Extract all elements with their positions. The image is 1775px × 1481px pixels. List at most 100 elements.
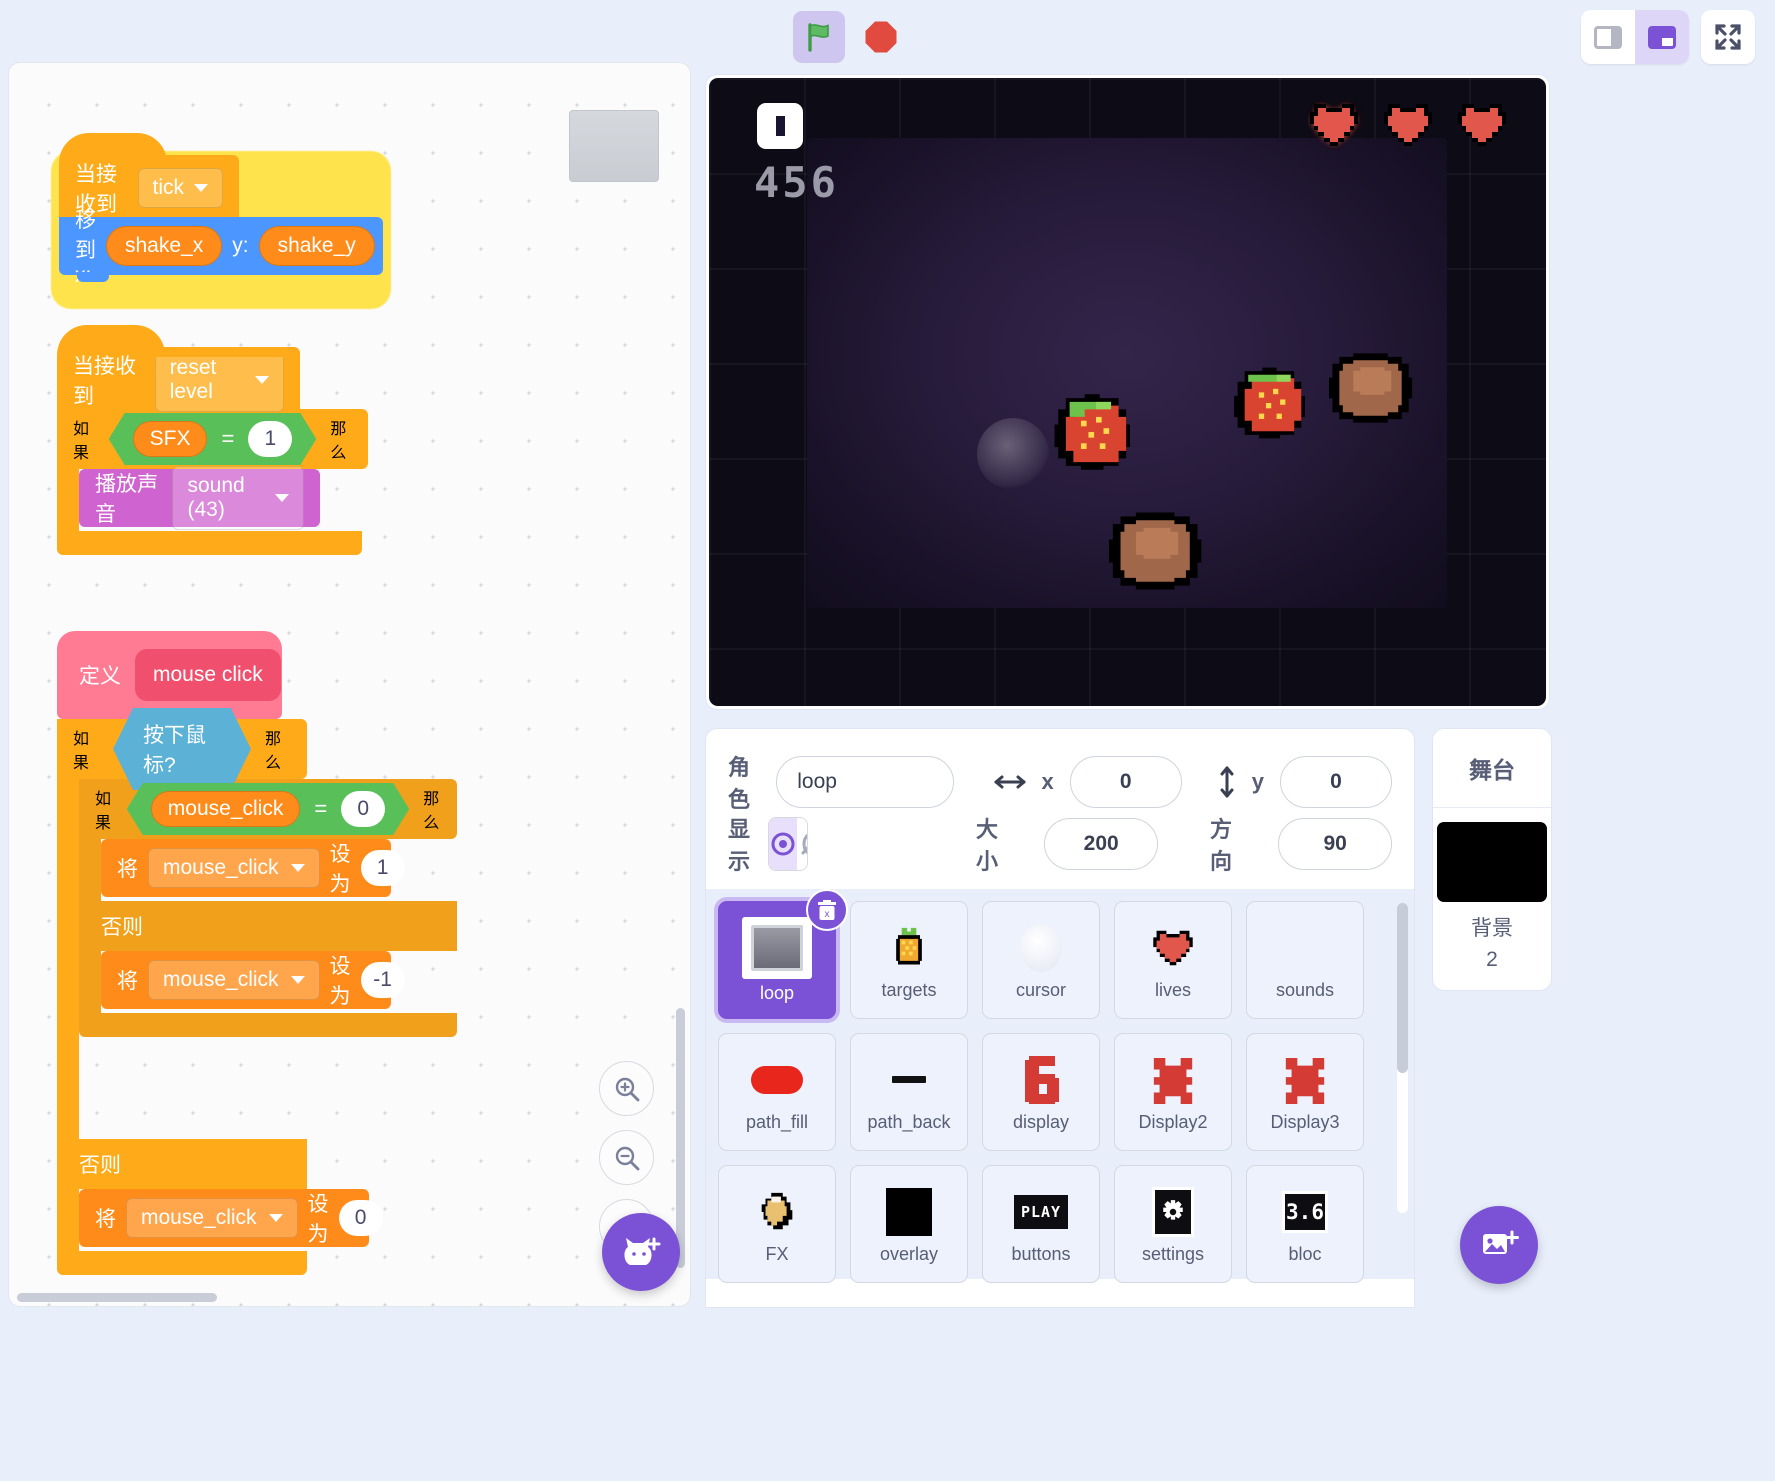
script-tick[interactable]: 当接收到 tick 移到 x: shake_x y: shake_y — [51, 133, 391, 309]
size-input[interactable]: 200 — [1044, 818, 1158, 870]
strawberry-sprite — [1054, 394, 1130, 470]
set-variable-name-1: mouse_click — [163, 856, 279, 879]
sprite-card-fx[interactable]: FX — [718, 1165, 836, 1283]
inner-then-label: 那么 — [423, 791, 440, 832]
mouse-click-variable[interactable]: mouse_click — [151, 791, 301, 827]
sprite-card-label: buttons — [1011, 1243, 1071, 1264]
sprite-card-display3[interactable]: Display3 — [1246, 1033, 1364, 1151]
operator-equals-mouseclick[interactable]: mouse_click = 0 — [127, 783, 409, 835]
sprite-card-targets[interactable]: targets — [850, 901, 968, 1019]
operator-equals-sfx[interactable]: SFX = 1 — [109, 413, 317, 465]
hat-block-when-receive-reset[interactable]: 当接收到 reset level — [57, 325, 300, 412]
add-backdrop-button[interactable] — [1460, 1206, 1538, 1284]
sprite-card-overlay[interactable]: overlay — [850, 1165, 968, 1283]
block-if-mouse-down[interactable]: 如果 按下鼠标? 那么 — [57, 719, 307, 779]
hide-sprite-button[interactable] — [797, 818, 807, 870]
set-variable-dropdown-1[interactable]: mouse_click — [148, 848, 320, 888]
to-label-2: 设为 — [329, 955, 351, 1008]
large-stage-button[interactable] — [1635, 10, 1689, 64]
add-sprite-button[interactable] — [602, 1213, 680, 1291]
sprite-card-label: bloc — [1288, 1243, 1322, 1264]
block-play-sound[interactable]: 播放声音 sound (43) — [79, 466, 320, 530]
white-orb-icon — [1010, 920, 1072, 976]
outer-c-arm — [57, 779, 79, 1139]
sensing-mouse-down[interactable]: 按下鼠标? — [113, 708, 251, 790]
sprite-card-loop[interactable]: loop x — [718, 889, 848, 1019]
stop-button[interactable] — [855, 11, 907, 63]
sprite-card-lives[interactable]: lives — [1114, 901, 1232, 1019]
define-hat-block[interactable]: 定义 mouse click — [57, 631, 282, 719]
set-label-2: 将 — [117, 970, 138, 993]
green-flag-button[interactable] — [793, 11, 845, 63]
sprite-card-display2[interactable]: Display2 — [1114, 1033, 1232, 1151]
red-rounded-bar-icon — [746, 1052, 808, 1108]
sprite-card-settings[interactable]: settings — [1114, 1165, 1232, 1283]
chevron-down-icon — [290, 976, 305, 984]
sprite-card-label: sounds — [1275, 979, 1335, 1000]
blank-icon — [1274, 920, 1336, 976]
sound-dropdown[interactable]: sound (43) — [172, 466, 304, 530]
sprite-card-bloc[interactable]: 3.6 bloc — [1246, 1165, 1364, 1283]
fullscreen-icon — [1715, 24, 1741, 50]
script-reset-level[interactable]: 当接收到 reset level 如果 SFX = 1 那么 播放声音 soun… — [57, 325, 368, 555]
pixel-heart-icon — [1142, 920, 1204, 976]
y-axis-icon — [1220, 766, 1234, 798]
pause-icon[interactable] — [757, 103, 803, 149]
shake-y-variable[interactable]: shake_y — [258, 226, 375, 266]
stage-size-segmented — [1581, 10, 1689, 64]
workspace-hscrollbar[interactable] — [17, 1293, 217, 1302]
x-axis-icon — [994, 775, 1025, 789]
x-input[interactable]: 0 — [1069, 756, 1182, 808]
zoom-in-button[interactable] — [599, 1061, 654, 1116]
shake-x-variable[interactable]: shake_x — [106, 226, 223, 266]
backdrop-count: 2 — [1486, 948, 1498, 971]
zoom-out-button[interactable] — [599, 1130, 654, 1185]
stage-canvas[interactable]: 456 — [709, 78, 1546, 706]
sprite-list[interactable]: loop x targets cursor lives sounds path_fill pa… — [706, 889, 1414, 1283]
code-workspace[interactable]: 当接收到 tick 移到 x: shake_x y: shake_y — [8, 62, 691, 1307]
fullscreen-button[interactable] — [1701, 10, 1755, 64]
sfx-variable[interactable]: SFX — [133, 421, 208, 457]
block-if-sfx[interactable]: 如果 SFX = 1 那么 — [57, 409, 368, 469]
sprite-card-label: lives — [1154, 979, 1191, 1000]
set-variable-dropdown-3[interactable]: mouse_click — [126, 1198, 298, 1238]
stage-area[interactable]: 456 — [705, 74, 1550, 710]
set-value-1[interactable]: 1 — [360, 850, 405, 886]
script-define-mouse-click[interactable]: 定义 mouse click 如果 按下鼠标? 那么 如果 mouse_clic… — [57, 631, 457, 1275]
sprite-card-path_back[interactable]: path_back — [850, 1033, 968, 1151]
custom-block-name[interactable]: mouse click — [135, 649, 281, 701]
reset-message-dropdown[interactable]: reset level — [154, 348, 284, 412]
set-value-3[interactable]: 0 — [338, 1200, 383, 1236]
delete-sprite-button[interactable]: x — [806, 889, 848, 931]
heart-icon — [1458, 104, 1506, 146]
play-sound-label: 播放声音 — [95, 473, 158, 526]
small-stage-button[interactable] — [1581, 10, 1635, 64]
gear-badge-icon — [1142, 1184, 1204, 1240]
c-block-bottom — [57, 531, 362, 555]
sprite-name-input[interactable]: loop — [776, 756, 954, 808]
sprite-card-path_fill[interactable]: path_fill — [718, 1033, 836, 1151]
stage-panel-title: 舞台 — [1433, 729, 1551, 808]
y-input[interactable]: 0 — [1280, 756, 1392, 808]
workspace-vscrollbar[interactable] — [676, 1008, 685, 1268]
block-set-mouse-click-3[interactable]: 将 mouse_click 设为 0 — [79, 1189, 383, 1247]
sprite-card-cursor[interactable]: cursor — [982, 901, 1100, 1019]
sprite-card-label: path_fill — [745, 1111, 809, 1132]
message-dropdown[interactable]: tick — [137, 168, 223, 208]
show-sprite-button[interactable] — [769, 818, 798, 870]
direction-input[interactable]: 90 — [1278, 818, 1392, 870]
stage-card[interactable]: 舞台 背景 2 — [1432, 728, 1552, 991]
sprite-card-display[interactable]: display — [982, 1033, 1100, 1151]
set-value-2[interactable]: -1 — [360, 962, 405, 998]
mouse-click-compare-value[interactable]: 0 — [341, 791, 385, 827]
sprite-card-sounds[interactable]: sounds — [1246, 901, 1364, 1019]
sfx-compare-value[interactable]: 1 — [248, 421, 292, 457]
block-goto-xy[interactable]: 移到 x: shake_x y: shake_y — [59, 209, 383, 287]
set-variable-dropdown-2[interactable]: mouse_click — [148, 960, 320, 1000]
sprite-list-scrollbar-thumb[interactable] — [1397, 903, 1408, 1073]
show-label: 显示 — [728, 817, 751, 874]
sprite-card-buttons[interactable]: PLAY buttons — [982, 1165, 1100, 1283]
sprite-card-label: FX — [765, 1243, 789, 1264]
block-set-mouse-click-2[interactable]: 将 mouse_click 设为 -1 — [101, 951, 405, 1009]
block-set-mouse-click-1[interactable]: 将 mouse_click 设为 1 — [101, 839, 405, 897]
